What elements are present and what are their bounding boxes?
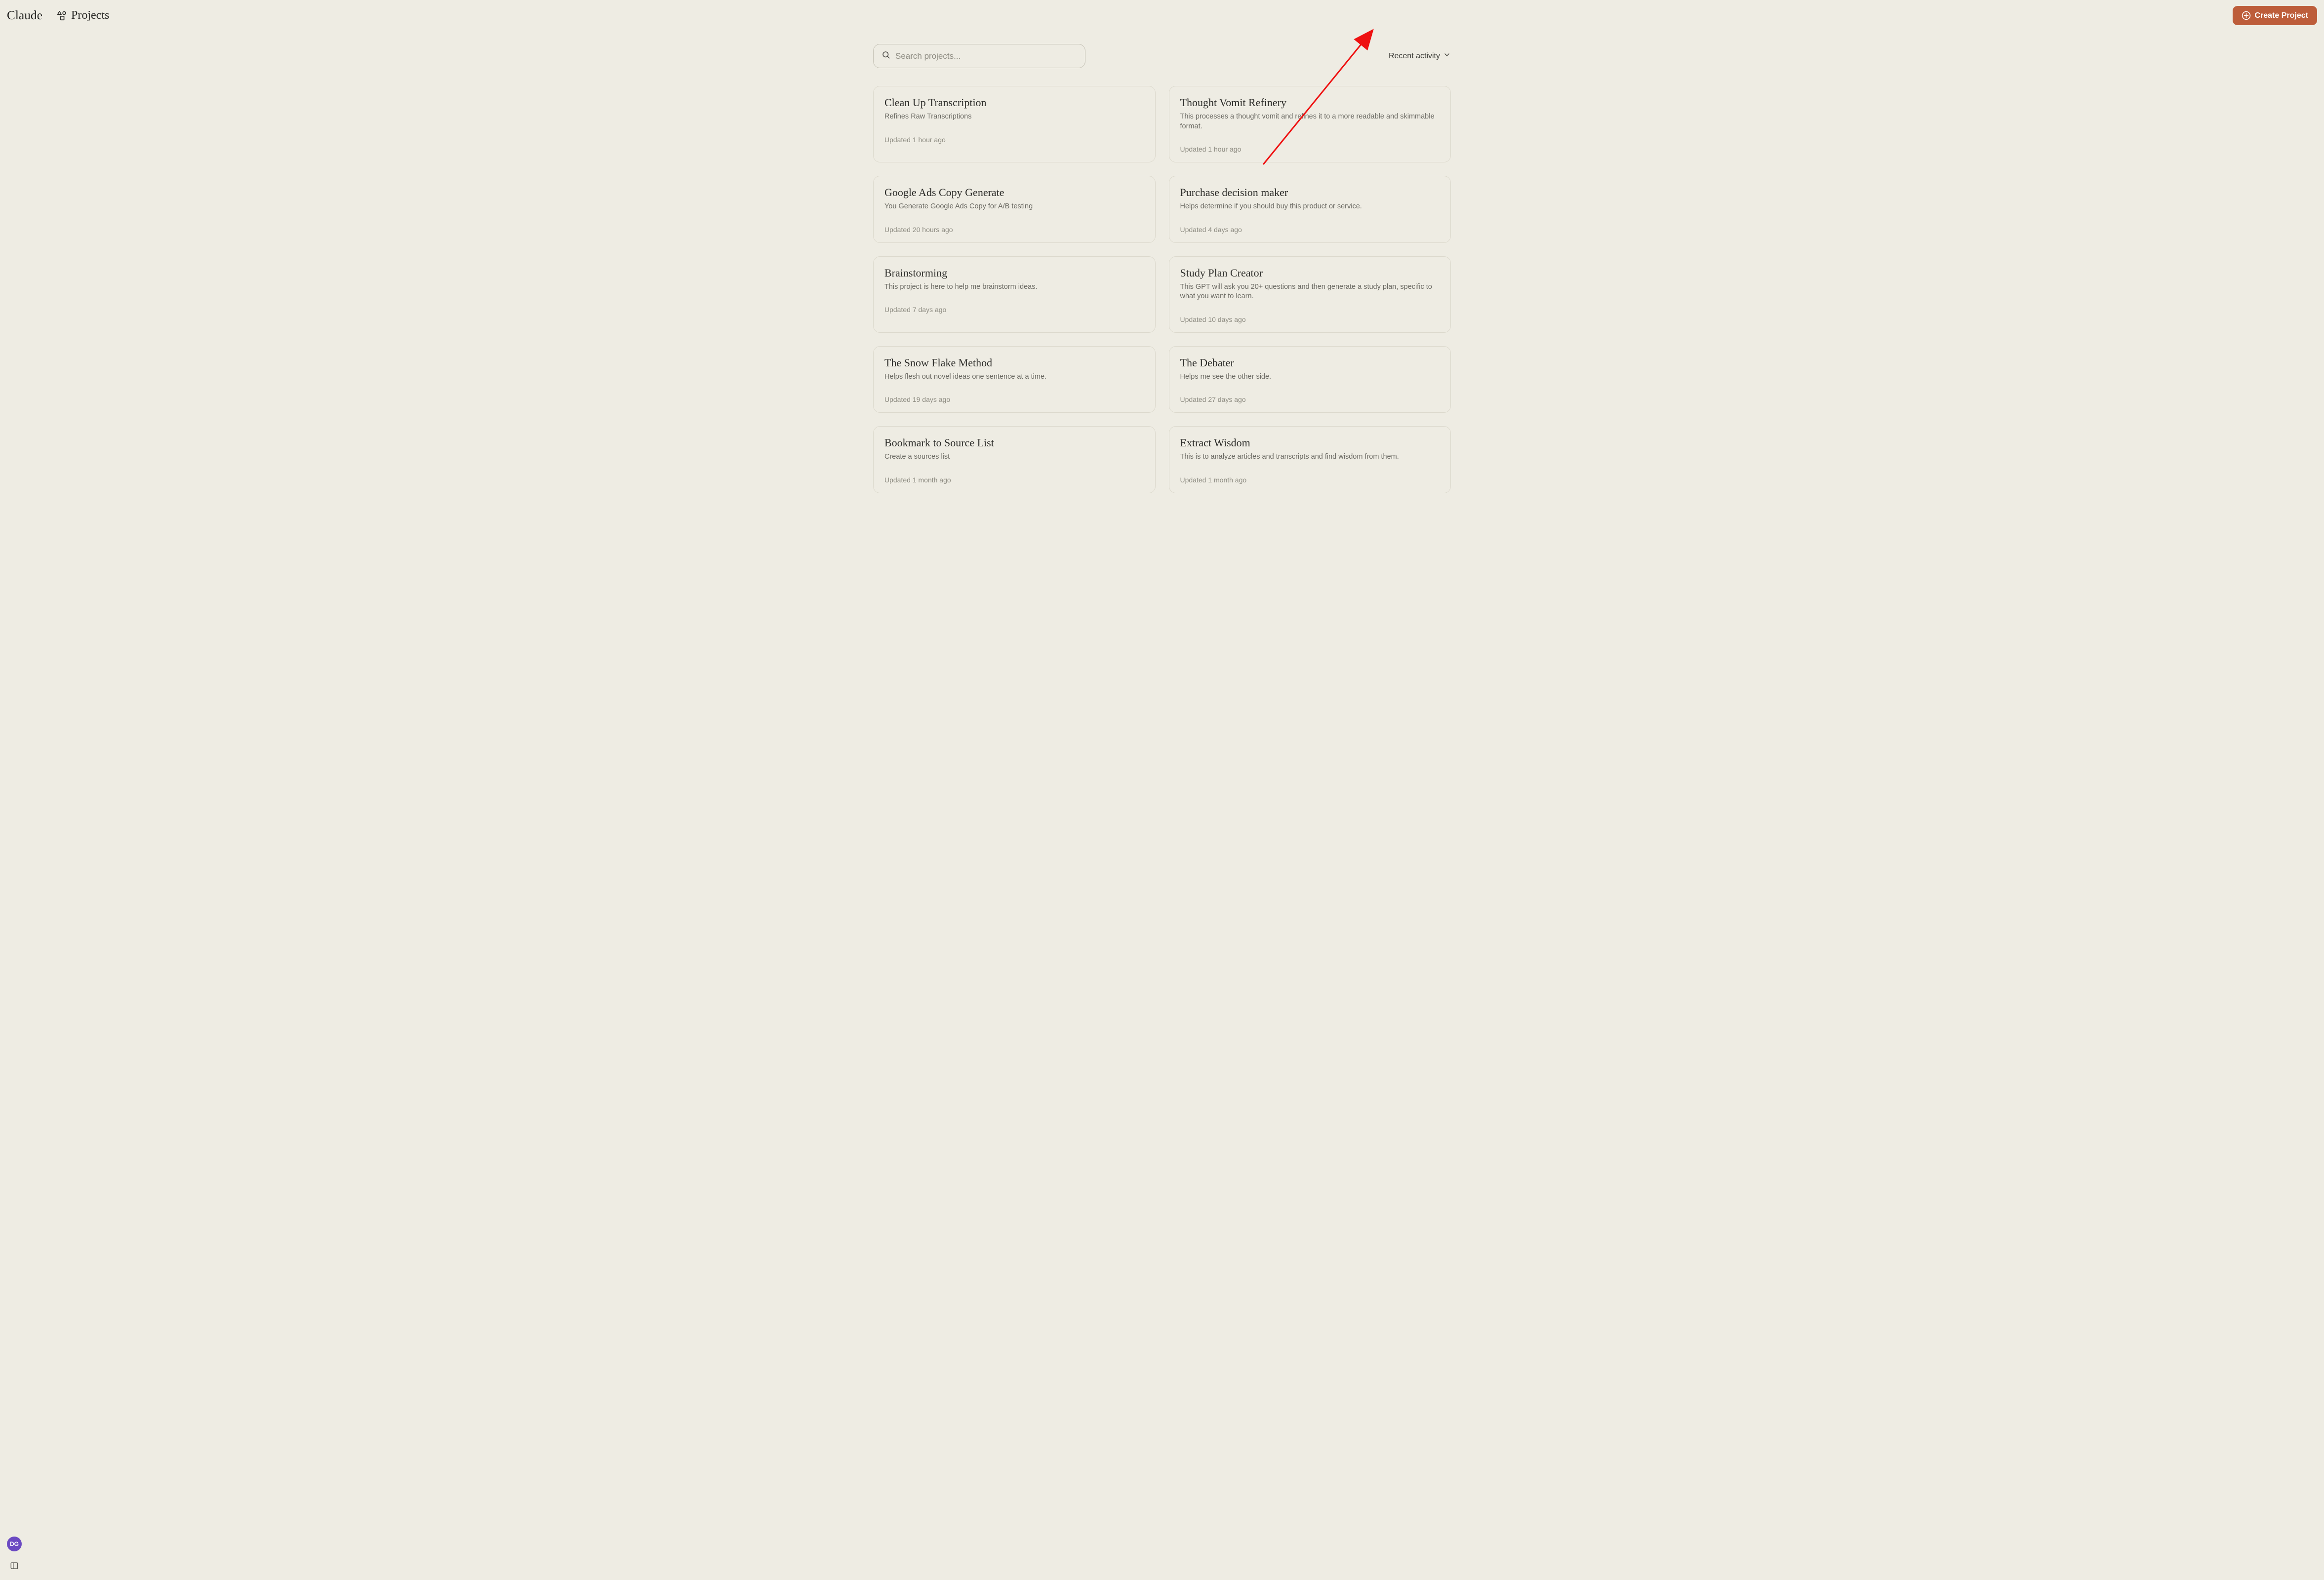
project-description: You Generate Google Ads Copy for A/B tes… xyxy=(884,202,1144,212)
project-card[interactable]: The Debater Helps me see the other side. U… xyxy=(1169,346,1451,413)
project-title: Extract Wisdom xyxy=(1180,436,1440,449)
project-card[interactable]: Thought Vomit Refinery This processes a t… xyxy=(1169,86,1451,162)
project-description: Refines Raw Transcriptions xyxy=(884,112,1144,122)
project-description: This project is here to help me brainsto… xyxy=(884,282,1144,292)
project-title: Clean Up Transcription xyxy=(884,96,1144,109)
project-description: This is to analyze articles and transcri… xyxy=(1180,452,1440,462)
plus-circle-icon xyxy=(2242,11,2251,20)
chevron-down-icon xyxy=(1443,51,1451,61)
project-updated: Updated 1 hour ago xyxy=(884,136,1144,144)
create-project-label: Create Project xyxy=(2255,11,2309,20)
project-updated: Updated 27 days ago xyxy=(1180,395,1440,403)
project-card[interactable]: Brainstorming This project is here to hel… xyxy=(873,256,1156,333)
project-description: Helps flesh out novel ideas one sentence… xyxy=(884,372,1144,382)
project-updated: Updated 20 hours ago xyxy=(884,226,1144,234)
project-updated: Updated 7 days ago xyxy=(884,306,1144,314)
project-updated: Updated 1 hour ago xyxy=(1180,145,1440,153)
toggle-sidebar-icon[interactable] xyxy=(7,1558,22,1573)
project-description: Create a sources list xyxy=(884,452,1144,462)
project-card[interactable]: Extract Wisdom This is to analyze article… xyxy=(1169,426,1451,493)
project-updated: Updated 1 month ago xyxy=(884,476,1144,484)
project-updated: Updated 4 days ago xyxy=(1180,226,1440,234)
create-project-button[interactable]: Create Project xyxy=(2233,6,2318,25)
search-icon xyxy=(882,50,890,62)
project-title: Purchase decision maker xyxy=(1180,186,1440,199)
page-title: Projects xyxy=(71,9,109,22)
project-title: Study Plan Creator xyxy=(1180,267,1440,279)
project-title: The Snow Flake Method xyxy=(884,356,1144,369)
project-card[interactable]: Clean Up Transcription Refines Raw Transc… xyxy=(873,86,1156,162)
project-title: Bookmark to Source List xyxy=(884,436,1144,449)
brand-logo[interactable]: Claude xyxy=(7,9,42,23)
project-card[interactable]: The Snow Flake Method Helps flesh out nov… xyxy=(873,346,1156,413)
sort-dropdown[interactable]: Recent activity xyxy=(1389,51,1451,61)
project-card[interactable]: Bookmark to Source List Create a sources … xyxy=(873,426,1156,493)
sort-label: Recent activity xyxy=(1389,52,1440,61)
project-card[interactable]: Study Plan Creator This GPT will ask you … xyxy=(1169,256,1451,333)
project-title: Brainstorming xyxy=(884,267,1144,279)
project-description: Helps me see the other side. xyxy=(1180,372,1440,382)
project-title: Google Ads Copy Generate xyxy=(884,186,1144,199)
project-updated: Updated 10 days ago xyxy=(1180,316,1440,323)
search-box[interactable] xyxy=(873,44,1085,68)
project-description: This processes a thought vomit and refin… xyxy=(1180,112,1440,131)
project-updated: Updated 19 days ago xyxy=(884,395,1144,403)
search-input[interactable] xyxy=(895,51,1077,61)
project-card[interactable]: Google Ads Copy Generate You Generate Goo… xyxy=(873,176,1156,243)
project-title: Thought Vomit Refinery xyxy=(1180,96,1440,109)
project-description: Helps determine if you should buy this p… xyxy=(1180,202,1440,212)
avatar[interactable]: DG xyxy=(7,1537,22,1551)
project-title: The Debater xyxy=(1180,356,1440,369)
project-card[interactable]: Purchase decision maker Helps determine i… xyxy=(1169,176,1451,243)
project-updated: Updated 1 month ago xyxy=(1180,476,1440,484)
project-description: This GPT will ask you 20+ questions and … xyxy=(1180,282,1440,302)
projects-shapes-icon xyxy=(56,10,67,21)
